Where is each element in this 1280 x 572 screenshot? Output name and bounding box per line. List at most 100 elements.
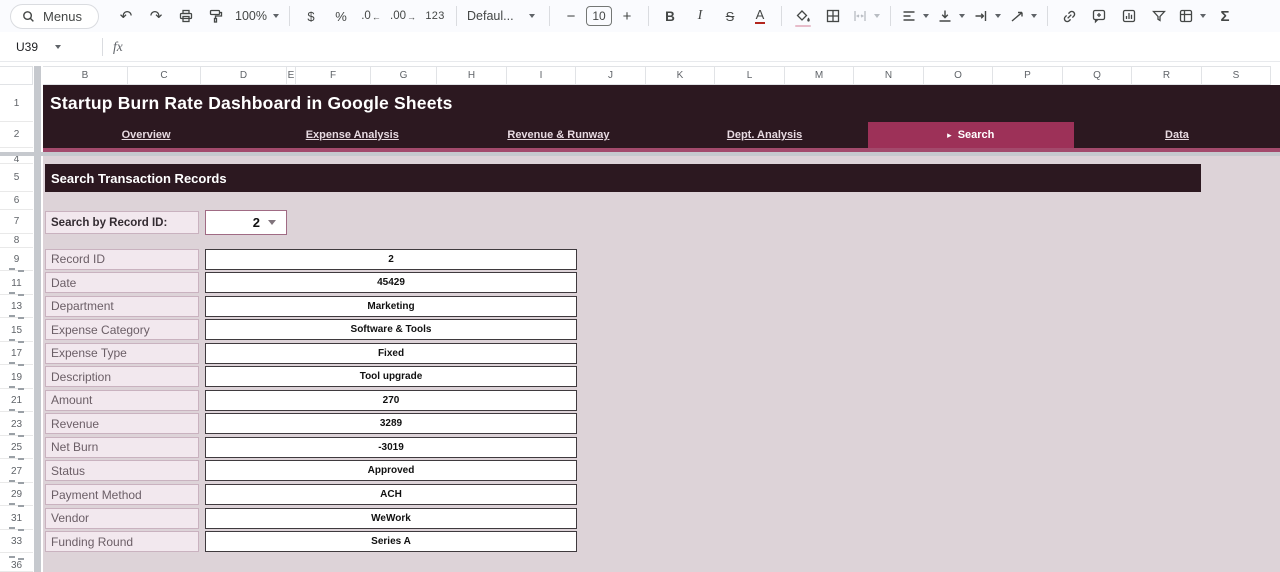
field-label-payment-method[interactable]: Payment Method <box>45 484 199 505</box>
field-value-amount[interactable]: 270 <box>205 390 577 411</box>
field-label-record-id[interactable]: Record ID <box>45 249 199 270</box>
increase-decimal-button[interactable]: .00→ <box>390 4 416 28</box>
column-header-H[interactable]: H <box>437 67 507 84</box>
field-label-department[interactable]: Department <box>45 296 199 317</box>
tab-revenue-runway[interactable]: Revenue & Runway <box>455 122 661 148</box>
tab-overview[interactable]: Overview <box>43 122 249 148</box>
row-header-36[interactable]: 36 <box>0 560 33 572</box>
field-value-status[interactable]: Approved <box>205 460 577 481</box>
field-label-status[interactable]: Status <box>45 460 199 481</box>
frozen-row-divider[interactable] <box>0 152 1280 156</box>
section-header-cell[interactable]: Search Transaction Records <box>45 164 1201 192</box>
text-color-button[interactable]: A <box>749 4 771 28</box>
column-header-I[interactable]: I <box>507 67 576 84</box>
column-header-L[interactable]: L <box>715 67 785 84</box>
field-value-expense-category[interactable]: Software & Tools <box>205 319 577 340</box>
increase-font-size-button[interactable]: + <box>616 4 638 28</box>
fill-color-button[interactable] <box>792 4 814 28</box>
font-size-input[interactable]: 10 <box>586 6 612 26</box>
record-id-dropdown[interactable]: 2 <box>205 210 287 235</box>
field-label-expense-category[interactable]: Expense Category <box>45 319 199 340</box>
tab-dept-analysis[interactable]: Dept. Analysis <box>662 122 868 148</box>
column-header-C[interactable]: C <box>128 67 201 84</box>
field-value-department[interactable]: Marketing <box>205 296 577 317</box>
field-value-expense-type[interactable]: Fixed <box>205 343 577 364</box>
column-header-J[interactable]: J <box>576 67 646 84</box>
field-label-description[interactable]: Description <box>45 366 199 387</box>
horizontal-align-button[interactable] <box>901 4 929 28</box>
undo-button[interactable]: ↶ <box>115 4 137 28</box>
row-header-2[interactable]: 2 <box>0 122 33 148</box>
field-value-vendor[interactable]: WeWork <box>205 508 577 529</box>
row-header-8[interactable]: 8 <box>0 234 33 248</box>
column-header-R[interactable]: R <box>1132 67 1202 84</box>
insert-link-button[interactable] <box>1058 4 1080 28</box>
print-button[interactable] <box>175 4 197 28</box>
format-percent-button[interactable]: % <box>330 4 352 28</box>
frozen-column-divider[interactable] <box>34 66 41 572</box>
create-filter-button[interactable] <box>1148 4 1170 28</box>
field-value-date[interactable]: 45429 <box>205 272 577 293</box>
column-header-P[interactable]: P <box>993 67 1063 84</box>
strikethrough-button[interactable]: S <box>719 4 741 28</box>
row-header-6[interactable]: 6 <box>0 192 33 210</box>
field-label-date[interactable]: Date <box>45 272 199 293</box>
borders-button[interactable] <box>822 4 844 28</box>
column-header-F[interactable]: F <box>296 67 371 84</box>
tab-search[interactable]: ▸Search <box>868 122 1074 148</box>
functions-button[interactable]: Σ <box>1214 4 1236 28</box>
field-value-revenue[interactable]: 3289 <box>205 413 577 434</box>
field-value-funding-round[interactable]: Series A <box>205 531 577 552</box>
column-header-Q[interactable]: Q <box>1063 67 1132 84</box>
bold-button[interactable]: B <box>659 4 681 28</box>
field-label-net-burn[interactable]: Net Burn <box>45 437 199 458</box>
decrease-font-size-button[interactable]: − <box>560 4 582 28</box>
search-by-record-id-label[interactable]: Search by Record ID: <box>45 211 199 234</box>
tab-data[interactable]: Data <box>1074 122 1280 148</box>
column-header-M[interactable]: M <box>785 67 854 84</box>
row-header-7[interactable]: 7 <box>0 210 33 234</box>
italic-button[interactable]: I <box>689 4 711 28</box>
field-label-expense-type[interactable]: Expense Type <box>45 343 199 364</box>
menus-search-pill[interactable]: Menus <box>10 4 99 29</box>
field-label-vendor[interactable]: Vendor <box>45 508 199 529</box>
number-format-button[interactable]: 123 <box>424 4 446 28</box>
column-header-E[interactable]: E <box>287 67 296 84</box>
paint-format-button[interactable] <box>205 4 227 28</box>
font-family-select[interactable]: Defaul... <box>467 4 535 28</box>
field-value-net-burn[interactable]: -3019 <box>205 437 577 458</box>
vertical-align-button[interactable] <box>937 4 965 28</box>
row-header-5[interactable]: 5 <box>0 164 33 192</box>
column-header-K[interactable]: K <box>646 67 715 84</box>
insert-comment-button[interactable] <box>1088 4 1110 28</box>
field-value-description[interactable]: Tool upgrade <box>205 366 577 387</box>
select-all-corner[interactable] <box>0 66 33 85</box>
decrease-decimal-button[interactable]: .0← <box>360 4 382 28</box>
zoom-select[interactable]: 100% <box>235 4 279 28</box>
minus-icon: − <box>567 8 576 25</box>
column-header-B[interactable]: B <box>43 67 128 84</box>
field-value-record-id[interactable]: 2 <box>205 249 577 270</box>
column-header-S[interactable]: S <box>1202 67 1271 84</box>
text-wrap-button[interactable] <box>973 4 1001 28</box>
column-header-G[interactable]: G <box>371 67 437 84</box>
column-header-D[interactable]: D <box>201 67 287 84</box>
column-header-N[interactable]: N <box>854 67 924 84</box>
field-label-amount[interactable]: Amount <box>45 390 199 411</box>
insert-chart-button[interactable] <box>1118 4 1140 28</box>
tab-expense-analysis[interactable]: Expense Analysis <box>249 122 455 148</box>
row-header-33[interactable]: 33 <box>0 531 33 553</box>
table-views-button[interactable] <box>1178 4 1206 28</box>
merge-cells-button[interactable] <box>852 4 880 28</box>
name-box[interactable]: U39 <box>0 40 92 54</box>
format-currency-button[interactable]: $ <box>300 4 322 28</box>
row-header-4[interactable]: 4 <box>0 156 33 164</box>
column-header-O[interactable]: O <box>924 67 993 84</box>
text-rotation-button[interactable] <box>1009 4 1037 28</box>
field-value-payment-method[interactable]: ACH <box>205 484 577 505</box>
redo-button[interactable]: ↷ <box>145 4 167 28</box>
row-header-1[interactable]: 1 <box>0 85 33 122</box>
dashboard-title-cell[interactable]: Startup Burn Rate Dashboard in Google Sh… <box>43 85 1280 122</box>
field-label-revenue[interactable]: Revenue <box>45 413 199 434</box>
field-label-funding-round[interactable]: Funding Round <box>45 531 199 552</box>
